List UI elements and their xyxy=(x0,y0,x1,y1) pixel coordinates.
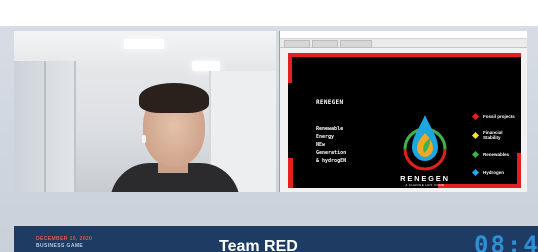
presentation-titlebar xyxy=(280,31,527,39)
participant-video-tile[interactable] xyxy=(14,31,276,192)
bullet-label: Fossil projects xyxy=(483,113,515,119)
slide-acronym-list: Renewable Energy NEw Generation & hydrog… xyxy=(316,125,346,165)
shared-screen-tile[interactable]: RENEGEN Renewable Energy NEw Generation … xyxy=(279,31,527,192)
event-date: DECEMBER 10, 2020 xyxy=(36,236,93,242)
event-name: BUSINESS GAME xyxy=(36,243,84,249)
slide-red-bar xyxy=(288,158,293,188)
water-drop-leaf-logo-icon xyxy=(403,115,447,171)
presentation-slide: RENEGEN Renewable Energy NEw Generation … xyxy=(288,53,521,188)
bullet-label: Financial Stability xyxy=(482,130,503,140)
yellow-diamond-icon xyxy=(471,131,480,139)
participant-hair xyxy=(139,83,209,113)
ceiling-light xyxy=(124,39,164,49)
slide-red-bar xyxy=(288,53,292,83)
bullet-label: Renewables xyxy=(483,151,510,157)
team-name: Team RED xyxy=(219,238,298,252)
presentation-ribbon-tab[interactable] xyxy=(284,40,310,48)
bullet-financial-stability: Financial Stability xyxy=(471,130,521,140)
acronym-line: & hydrogEN xyxy=(316,158,347,164)
acronym-line: Generation xyxy=(316,150,347,156)
meeting-stage: RENEGEN Renewable Energy NEw Generation … xyxy=(0,0,538,252)
countdown-clock: 08:4 xyxy=(474,231,538,252)
ceiling-light xyxy=(192,61,220,71)
bullet-fossil-projects: Fossil projects xyxy=(471,112,515,120)
earbud-icon xyxy=(142,135,146,143)
participant-person xyxy=(110,83,240,192)
slide-heading: RENEGEN xyxy=(316,99,344,106)
green-diamond-icon xyxy=(471,150,480,158)
acronym-line: Renewable xyxy=(316,126,344,132)
broadcast-lower-band: DECEMBER 10, 2020 BUSINESS GAME Team RED… xyxy=(14,226,538,252)
slide-red-bar xyxy=(288,53,521,57)
presentation-ribbon-tab[interactable] xyxy=(312,40,338,48)
bullet-hydrogen: Hydrogen xyxy=(471,168,505,176)
logo-tagline: A CHANGE HAS COME xyxy=(405,183,445,187)
bullet-renewables: Renewables xyxy=(471,150,510,158)
presentation-ribbon-tab[interactable] xyxy=(340,40,372,48)
slide-red-bar xyxy=(517,153,521,188)
top-strip xyxy=(0,0,538,26)
red-diamond-icon xyxy=(471,112,480,120)
bullet-label: Hydrogen xyxy=(483,169,505,175)
acronym-line: Energy xyxy=(316,134,335,140)
blue-diamond-icon xyxy=(471,168,480,176)
acronym-line: NEw xyxy=(316,142,326,148)
glass-frame xyxy=(44,61,46,192)
logo-title: RENEGEN xyxy=(400,174,450,183)
